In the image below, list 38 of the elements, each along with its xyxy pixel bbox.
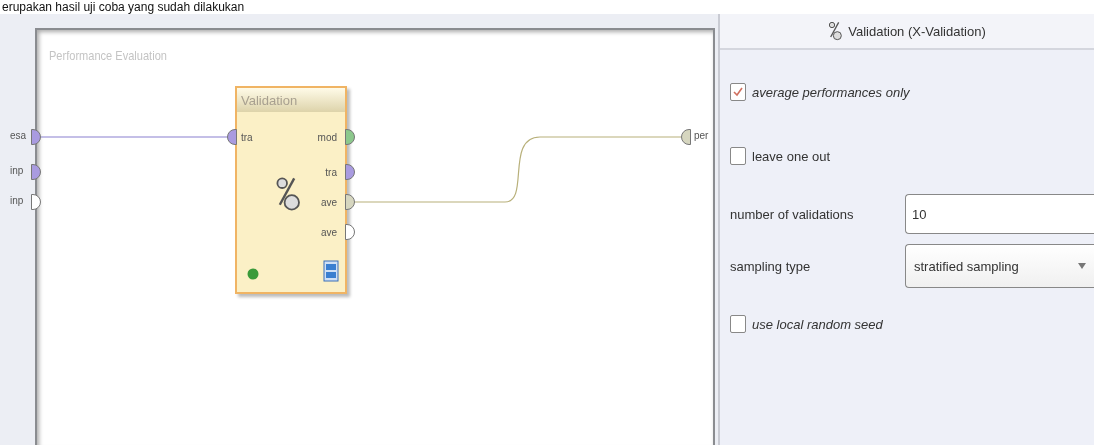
caret-icon: [1078, 263, 1086, 269]
checkbox[interactable]: [730, 147, 746, 165]
port-label: tra: [241, 132, 253, 143]
operator-node[interactable]: Validation tra mod tra ave ave: [235, 86, 347, 294]
dropdown[interactable]: stratified sampling: [905, 244, 1094, 288]
port-label: per: [694, 130, 709, 141]
port-label: esa: [10, 130, 27, 141]
checkbox-label[interactable]: average performances only: [752, 84, 910, 100]
port-label: inp: [10, 195, 24, 206]
input-port[interactable]: [227, 129, 237, 145]
field-label: sampling type: [730, 258, 812, 274]
checkbox-label[interactable]: leave one out: [752, 148, 831, 164]
input-port[interactable]: [31, 129, 41, 145]
output-port[interactable]: [345, 129, 355, 145]
process-title: Performance Evaluation: [49, 48, 167, 63]
port-label: ave: [320, 227, 337, 238]
input-port[interactable]: [31, 164, 41, 180]
checkbox[interactable]: [730, 315, 746, 333]
port-label: inp: [10, 165, 24, 176]
field-label: number of validations: [730, 206, 855, 222]
port-label: tra: [325, 167, 337, 178]
operator-icon: [828, 21, 843, 41]
output-port[interactable]: [681, 129, 691, 145]
status-dot-icon: [247, 268, 259, 280]
output-port[interactable]: [345, 164, 355, 180]
port-label: ave: [320, 197, 337, 208]
subprocess-icon[interactable]: [323, 260, 339, 282]
port-label: mod: [317, 132, 337, 143]
caption-text: erupakan hasil uji coba yang sudah dilakukan: [2, 0, 245, 14]
checkbox-label[interactable]: use local random seed: [752, 316, 883, 332]
percent-icon: [275, 176, 301, 212]
input-field[interactable]: 10: [905, 194, 1094, 234]
checkbox[interactable]: [730, 83, 746, 101]
output-port[interactable]: [345, 194, 355, 210]
panel-title: Validation (X-Validation): [848, 23, 986, 39]
input-port[interactable]: [31, 194, 41, 210]
output-port[interactable]: [345, 224, 355, 240]
operator-title: Validation: [241, 92, 298, 108]
